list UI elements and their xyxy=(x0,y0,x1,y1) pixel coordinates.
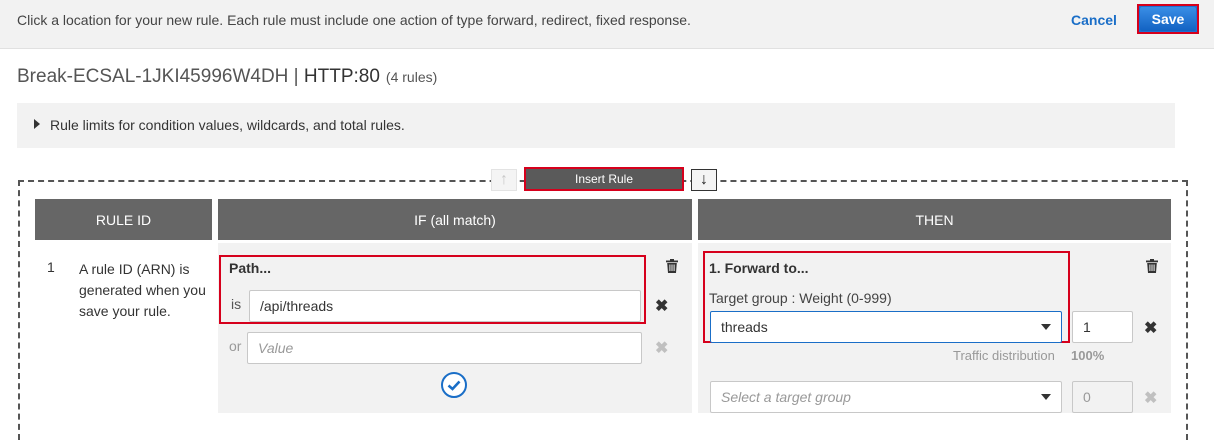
move-up-button[interactable]: ↑ xyxy=(491,169,517,191)
rule-limits-label: Rule limits for condition values, wildca… xyxy=(50,117,405,133)
or-value-input[interactable]: Value xyxy=(247,332,642,364)
target-group-weight-label: Target group : Weight (0-999) xyxy=(709,290,892,306)
second-target-group-select[interactable]: Select a target group xyxy=(710,381,1062,413)
action-title: 1. Forward to... xyxy=(709,260,809,276)
chevron-down-icon xyxy=(1041,324,1051,330)
or-label: or xyxy=(229,338,242,354)
target-group-value: threads xyxy=(721,319,768,335)
save-button-label: Save xyxy=(1140,7,1196,31)
caret-right-icon xyxy=(34,119,40,129)
remove-target-icon[interactable]: ✖ xyxy=(1144,318,1157,338)
insert-rule-button[interactable]: Insert Rule xyxy=(524,167,684,191)
second-target-group-placeholder: Select a target group xyxy=(721,389,851,405)
column-header-if: IF (all match) xyxy=(218,199,692,240)
second-weight-input[interactable]: 0 xyxy=(1072,381,1133,413)
column-header-rule-id: RULE ID xyxy=(35,199,212,240)
traffic-distribution-value: 100% xyxy=(1071,348,1105,363)
title-separator: | xyxy=(288,66,304,87)
listener-name: Break-ECSAL-1JKI45996W4DH xyxy=(17,66,289,87)
remove-second-target-icon: ✖ xyxy=(1144,390,1158,407)
rule-number: 1 xyxy=(47,259,55,275)
rule-id-description: A rule ID (ARN) is generated when you sa… xyxy=(79,261,206,319)
remove-value-icon[interactable]: ✖ xyxy=(655,296,668,316)
save-button[interactable]: Save xyxy=(1137,4,1199,34)
weight-input[interactable]: 1 xyxy=(1072,311,1133,343)
traffic-distribution-label: Traffic distribution xyxy=(953,348,1055,363)
condition-title: Path... xyxy=(229,260,272,276)
page-title: Break-ECSAL-1JKI45996W4DH | HTTP:80 (4 ru… xyxy=(17,66,437,88)
delete-action-icon[interactable] xyxy=(1146,259,1158,273)
cancel-button[interactable]: Cancel xyxy=(1071,12,1117,28)
is-label: is xyxy=(231,296,242,312)
column-header-then: THEN xyxy=(698,199,1171,240)
delete-condition-icon[interactable] xyxy=(666,259,678,273)
remove-or-value-icon: ✖ xyxy=(655,340,669,357)
target-group-select[interactable]: threads xyxy=(710,311,1062,343)
chevron-down-icon-2 xyxy=(1041,394,1051,400)
confirm-condition-icon[interactable] xyxy=(441,372,467,398)
instruction-message: Click a location for your new rule. Each… xyxy=(17,12,691,28)
path-value-input[interactable]: /api/threads xyxy=(249,290,641,322)
rule-limits-expander[interactable]: Rule limits for condition values, wildca… xyxy=(17,103,1175,148)
rule-count: (4 rules) xyxy=(385,69,438,85)
listener-protocol: HTTP:80 xyxy=(303,66,380,87)
move-down-button[interactable]: ↓ xyxy=(691,169,717,191)
top-bar: Click a location for your new rule. Each… xyxy=(0,0,1214,49)
